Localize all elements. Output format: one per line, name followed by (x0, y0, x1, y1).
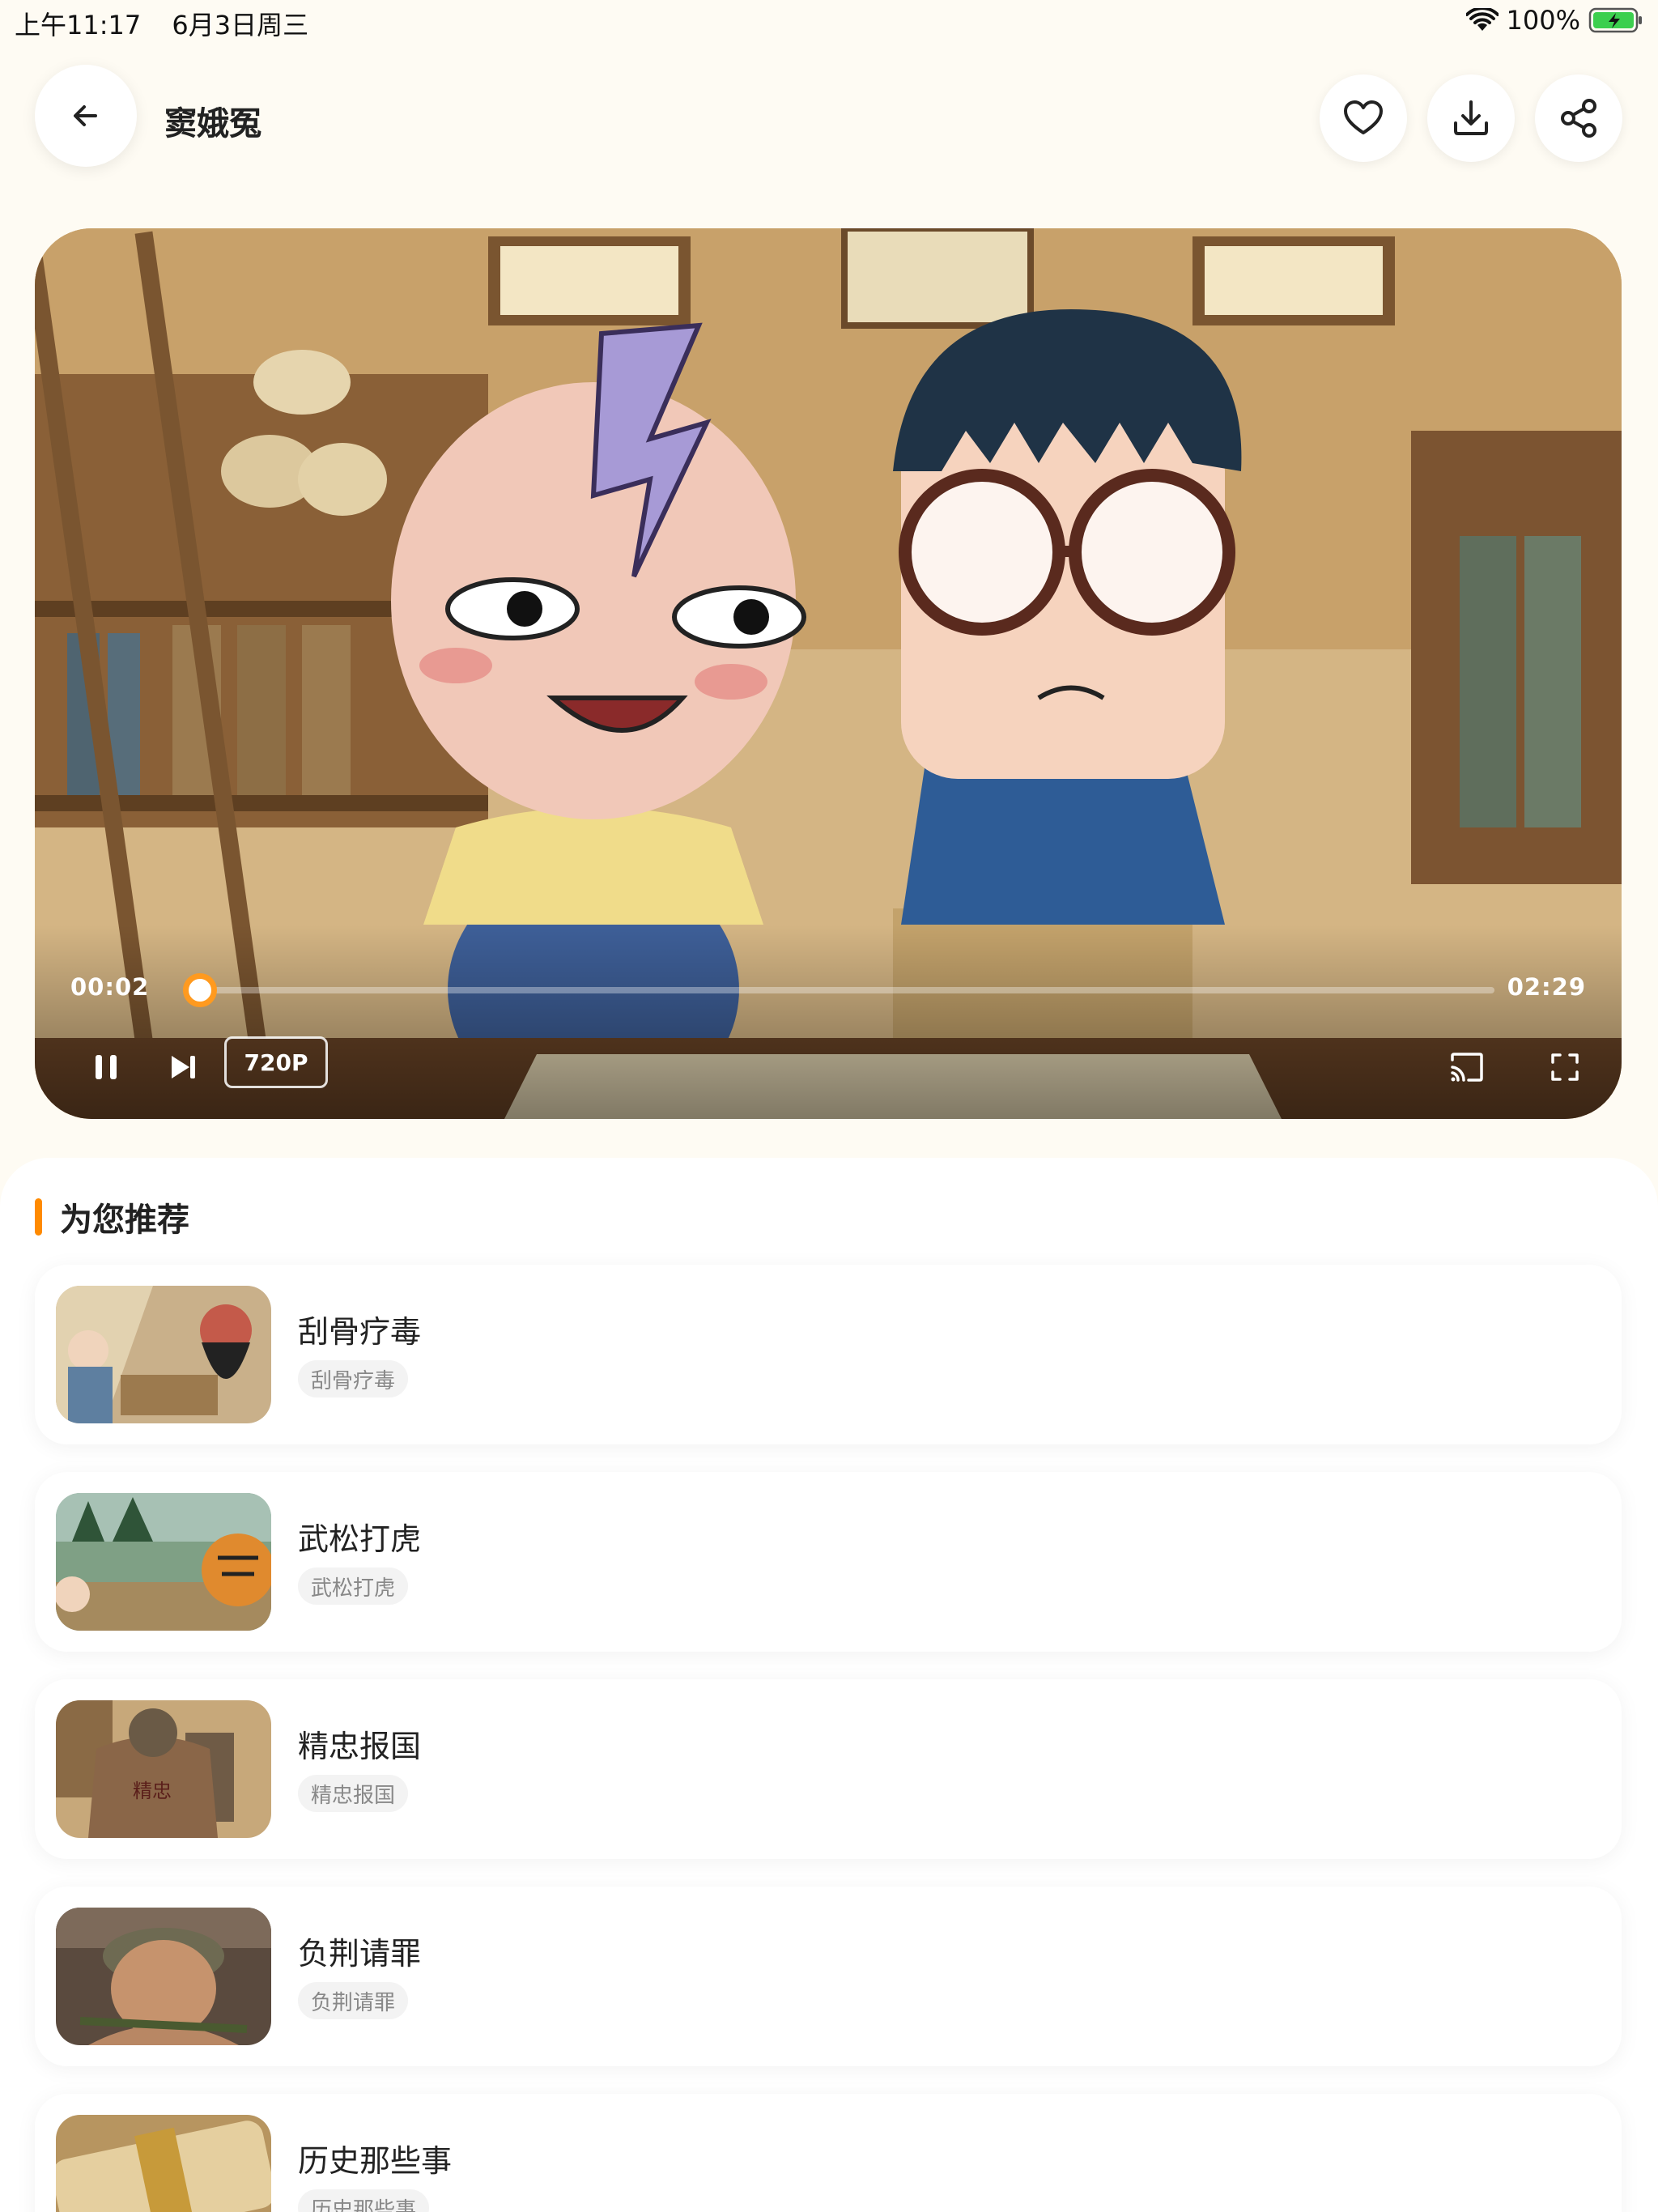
list-item[interactable]: 历史那些事 历史那些事 (35, 2094, 1622, 2212)
status-date: 6月3日周三 (172, 10, 309, 40)
progress-thumb[interactable] (183, 973, 218, 1007)
thumbnail: 精忠 (56, 1700, 271, 1838)
item-title: 精忠报国 (298, 1729, 422, 1764)
back-button[interactable] (35, 65, 137, 167)
current-time: 00:02 (70, 973, 150, 1001)
item-title: 负荆请罪 (298, 1936, 422, 1972)
battery-percent: 100% (1506, 5, 1580, 36)
item-title: 武松打虎 (298, 1521, 422, 1557)
list-item[interactable]: 负荆请罪 负荆请罪 (35, 1887, 1622, 2066)
top-nav: 窦娥冤 (0, 49, 1658, 186)
cast-icon (1451, 1053, 1483, 1082)
item-title: 历史那些事 (298, 2143, 453, 2179)
section-accent-bar (35, 1198, 42, 1236)
recommend-list: 刮骨疗毒 刮骨疗毒 武松打虎 武松打虎 精忠 精忠报国 精忠报国 负荆请罪 负荆… (35, 1265, 1622, 2212)
status-time: 上午11:17 (15, 10, 142, 40)
page-title: 窦娥冤 (164, 105, 261, 143)
video-player[interactable]: 00:02 02:29 720P (35, 228, 1622, 1119)
fullscreen-button[interactable] (1542, 1044, 1588, 1090)
list-item[interactable]: 刮骨疗毒 刮骨疗毒 (35, 1265, 1622, 1444)
progress-bar[interactable] (183, 973, 1494, 1007)
pause-button[interactable] (83, 1044, 129, 1090)
item-tag: 武松打虎 (298, 1568, 409, 1605)
status-right: 100% (1465, 5, 1643, 36)
thumbnail-image (56, 1286, 271, 1423)
item-tag: 刮骨疗毒 (298, 1360, 409, 1397)
thumbnail-image (56, 1908, 271, 2045)
video-detail-page: 上午11:17 6月3日周三 100% 窦娥冤 00:02 02:29 720P… (0, 0, 1658, 2212)
thumbnail-image (56, 1493, 271, 1631)
recommend-header: 为您推荐 (35, 1193, 189, 1240)
item-title: 刮骨疗毒 (298, 1314, 422, 1350)
thumbnail (56, 1286, 271, 1423)
status-left: 上午11:17 6月3日周三 (15, 5, 331, 42)
download-button[interactable] (1427, 74, 1515, 162)
list-item[interactable]: 精忠 精忠报国 精忠报国 (35, 1679, 1622, 1859)
recommend-title: 为您推荐 (60, 1202, 189, 1239)
share-icon (1561, 99, 1596, 138)
svg-text:精忠: 精忠 (133, 1780, 172, 1802)
favorite-button[interactable] (1320, 74, 1407, 162)
thumbnail-image: 精忠 (56, 1700, 271, 1838)
total-time: 02:29 (1507, 973, 1586, 1001)
thumbnail (56, 1908, 271, 2045)
next-button[interactable] (160, 1044, 206, 1090)
heart-icon (1344, 100, 1383, 134)
arrow-left-icon (74, 105, 97, 126)
cast-button[interactable] (1443, 1044, 1489, 1090)
list-item[interactable]: 武松打虎 武松打虎 (35, 1472, 1622, 1652)
thumbnail (56, 2115, 271, 2212)
pause-icon (96, 1055, 117, 1079)
item-tag: 历史那些事 (298, 2189, 430, 2212)
wifi-icon (1465, 8, 1499, 31)
skip-next-icon (172, 1056, 195, 1078)
item-tag: 精忠报国 (298, 1775, 409, 1812)
quality-button[interactable]: 720P (224, 1036, 328, 1088)
item-tag: 负荆请罪 (298, 1982, 409, 2019)
thumbnail (56, 1493, 271, 1631)
download-icon (1454, 100, 1488, 135)
recommend-section: 为您推荐 刮骨疗毒 刮骨疗毒 武松打虎 武松打虎 精忠 精忠报国 精忠报国 负荆… (0, 1158, 1658, 2212)
battery-icon (1588, 7, 1642, 33)
thumbnail-image (56, 2115, 271, 2212)
share-button[interactable] (1535, 74, 1622, 162)
player-controls-overlay (35, 925, 1622, 1119)
fullscreen-icon (1551, 1053, 1579, 1081)
status-bar: 上午11:17 6月3日周三 100% (0, 0, 1658, 42)
